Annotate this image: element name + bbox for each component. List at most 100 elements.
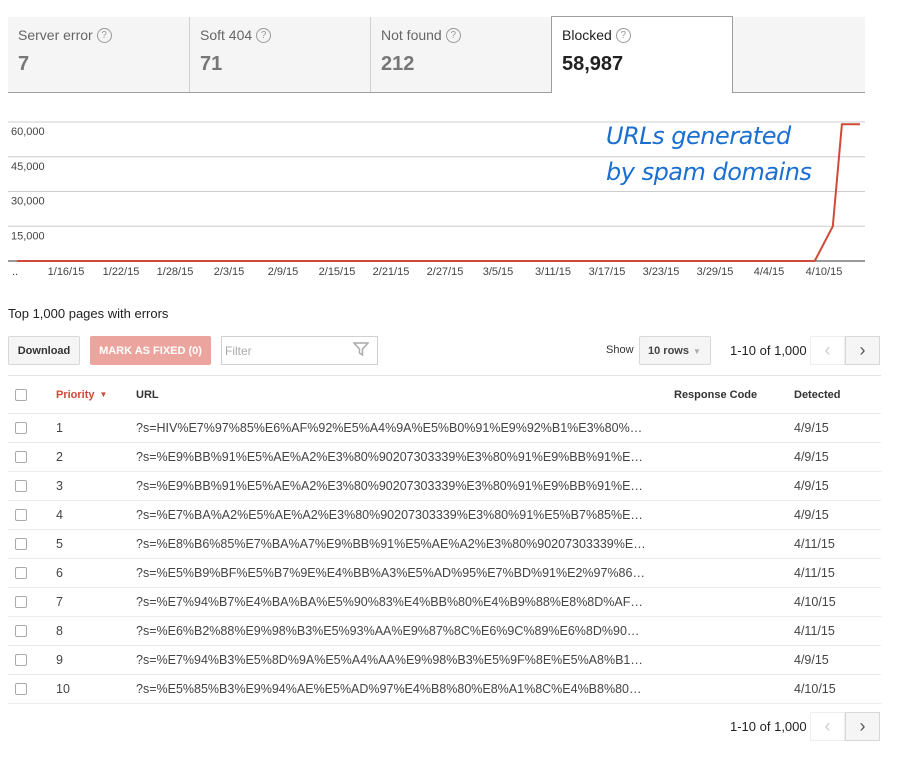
row-checkbox[interactable] — [15, 596, 27, 608]
detected-date-cell: 4/10/15 — [794, 682, 836, 696]
table-row[interactable]: 1 ?s=HIV%E7%97%85%E6%AF%92%E5%A4%9A%E5%B0… — [8, 414, 881, 443]
mark-as-fixed-button[interactable]: MARK AS FIXED (0) — [90, 336, 211, 365]
detected-date-cell: 4/9/15 — [794, 479, 829, 493]
tab-server-error[interactable]: Server error? 7 — [8, 17, 190, 92]
footer-next-page-button[interactable]: › — [845, 712, 880, 741]
tab-count: 7 — [18, 53, 30, 75]
footer-pager-range: 1-10 of 1,000 — [730, 719, 807, 734]
table-row[interactable]: 8 ?s=%E6%B2%88%E9%98%B3%E5%93%AA%E9%87%8C… — [8, 617, 881, 646]
x-tick-label: 2/27/15 — [427, 266, 464, 278]
table-row[interactable]: 9 ?s=%E7%94%B3%E5%8D%9A%E5%A4%AA%E9%98%B3… — [8, 646, 881, 675]
filter-icon[interactable] — [353, 341, 369, 357]
table-row[interactable]: 7 ?s=%E7%94%B7%E4%BA%BA%E5%90%83%E4%BB%80… — [8, 588, 881, 617]
x-tick-label: 3/5/15 — [483, 266, 514, 278]
x-tick-label: 2/9/15 — [268, 266, 299, 278]
tab-soft-404[interactable]: Soft 404? 71 — [190, 17, 371, 92]
url-link[interactable]: ?s=%E5%B9%BF%E5%B7%9E%E4%BB%A3%E5%AD%95%… — [136, 559, 645, 587]
row-checkbox[interactable] — [15, 480, 27, 492]
tab-label: Not found — [381, 27, 442, 43]
prev-page-button[interactable]: ‹ — [810, 336, 845, 365]
detected-column-header[interactable]: Detected — [794, 376, 840, 413]
detected-date-cell: 4/9/15 — [794, 508, 829, 522]
section-title: Top 1,000 pages with errors — [8, 306, 169, 321]
tab-label: Server error — [18, 27, 93, 43]
x-tick-label: 3/23/15 — [643, 266, 680, 278]
chevron-right-icon: › — [859, 340, 866, 360]
priority-cell: 2 — [56, 450, 63, 464]
chevron-left-icon: ‹ — [824, 340, 831, 360]
row-checkbox[interactable] — [15, 538, 27, 550]
help-icon[interactable]: ? — [256, 27, 272, 43]
tab-blocked[interactable]: Blocked? 58,987 — [551, 16, 733, 93]
detected-date-cell: 4/10/15 — [794, 595, 836, 609]
x-tick-label: 1/28/15 — [157, 266, 194, 278]
priority-cell: 4 — [56, 508, 63, 522]
dropdown-caret-icon: ▼ — [692, 347, 701, 356]
error-type-tabs: Server error? 7 Soft 404? 71 Not found? … — [8, 16, 865, 93]
priority-cell: 8 — [56, 624, 63, 638]
help-icon[interactable]: ? — [96, 27, 112, 43]
show-label: Show — [606, 344, 634, 356]
y-tick-label: 15,000 — [11, 230, 45, 242]
table-header: Priority ▼ URL Response Code Detected — [8, 376, 881, 414]
tab-label: Soft 404 — [200, 27, 253, 43]
tab-not-found[interactable]: Not found? 212 — [371, 17, 552, 92]
detected-date-cell: 4/11/15 — [794, 624, 835, 638]
x-tick-label: 4/10/15 — [806, 266, 843, 278]
x-tick-label: 1/16/15 — [48, 266, 85, 278]
url-link[interactable]: ?s=%E5%85%B3%E9%94%AE%E5%AD%97%E4%B8%80%… — [136, 675, 642, 703]
url-link[interactable]: ?s=%E7%94%B3%E5%8D%9A%E5%A4%AA%E9%98%B3%… — [136, 646, 643, 674]
url-link[interactable]: ?s=%E7%BA%A2%E5%AE%A2%E3%80%90207303339%… — [136, 501, 643, 529]
row-checkbox[interactable] — [15, 422, 27, 434]
table-row[interactable]: 6 ?s=%E5%B9%BF%E5%B7%9E%E4%BB%A3%E5%AD%95… — [8, 559, 881, 588]
row-checkbox[interactable] — [15, 654, 27, 666]
url-link[interactable]: ?s=HIV%E7%97%85%E6%AF%92%E5%A4%9A%E5%B0%… — [136, 414, 642, 442]
table-row[interactable]: 2 ?s=%E9%BB%91%E5%AE%A2%E3%80%90207303339… — [8, 443, 881, 472]
pager-range: 1-10 of 1,000 — [730, 343, 807, 358]
row-checkbox[interactable] — [15, 509, 27, 521]
detected-date-cell: 4/9/15 — [794, 653, 829, 667]
download-button[interactable]: Download — [8, 336, 80, 365]
url-link[interactable]: ?s=%E9%BB%91%E5%AE%A2%E3%80%90207303339%… — [136, 443, 643, 471]
rows-select-value: 10 rows — [648, 345, 689, 357]
filter-input[interactable]: Filter — [221, 336, 378, 365]
x-tick-label: 4/4/15 — [754, 266, 785, 278]
url-link[interactable]: ?s=%E7%94%B7%E4%BA%BA%E5%90%83%E4%BB%80%… — [136, 588, 643, 616]
x-tick-label: .. — [12, 266, 18, 278]
select-all-checkbox[interactable] — [15, 388, 27, 401]
priority-cell: 9 — [56, 653, 63, 667]
url-column-header[interactable]: URL — [136, 376, 159, 413]
chevron-right-icon: › — [859, 716, 866, 736]
y-tick-label: 45,000 — [11, 161, 45, 173]
next-page-button[interactable]: › — [845, 336, 880, 365]
rows-per-page-select[interactable]: 10 rows ▼ — [639, 336, 711, 365]
help-icon[interactable]: ? — [615, 27, 631, 43]
priority-header-label: Priority — [56, 388, 95, 401]
priority-column-header[interactable]: Priority ▼ — [56, 376, 107, 413]
response-code-column-header[interactable]: Response Code — [674, 376, 757, 413]
x-tick-label: 1/22/15 — [103, 266, 140, 278]
detected-date-cell: 4/11/15 — [794, 537, 835, 551]
footer-prev-page-button[interactable]: ‹ — [810, 712, 845, 741]
row-checkbox[interactable] — [15, 567, 27, 579]
x-tick-label: 2/21/15 — [373, 266, 410, 278]
help-icon[interactable]: ? — [445, 27, 461, 43]
y-tick-label: 60,000 — [11, 126, 45, 138]
x-tick-label: 2/3/15 — [214, 266, 245, 278]
url-link[interactable]: ?s=%E6%B2%88%E9%98%B3%E5%93%AA%E9%87%8C%… — [136, 617, 639, 645]
table-row[interactable]: 5 ?s=%E8%B6%85%E7%BA%A7%E9%BB%91%E5%AE%A2… — [8, 530, 881, 559]
chevron-left-icon: ‹ — [824, 716, 831, 736]
sort-desc-icon: ▼ — [99, 390, 108, 399]
detected-date-cell: 4/11/15 — [794, 566, 835, 580]
row-checkbox[interactable] — [15, 625, 27, 637]
row-checkbox[interactable] — [15, 451, 27, 463]
url-link[interactable]: ?s=%E8%B6%85%E7%BA%A7%E9%BB%91%E5%AE%A2%… — [136, 530, 646, 558]
x-tick-label: 3/29/15 — [697, 266, 734, 278]
row-checkbox[interactable] — [15, 683, 27, 695]
table-row[interactable]: 3 ?s=%E9%BB%91%E5%AE%A2%E3%80%90207303339… — [8, 472, 881, 501]
annotation-line: by spam domains — [606, 158, 812, 186]
errors-table: Priority ▼ URL Response Code Detected 1 ?s… — [8, 375, 881, 704]
table-row[interactable]: 10 ?s=%E5%85%B3%E9%94%AE%E5%AD%97%E4%B8%8… — [8, 675, 881, 704]
url-link[interactable]: ?s=%E9%BB%91%E5%AE%A2%E3%80%90207303339%… — [136, 472, 643, 500]
table-row[interactable]: 4 ?s=%E7%BA%A2%E5%AE%A2%E3%80%90207303339… — [8, 501, 881, 530]
